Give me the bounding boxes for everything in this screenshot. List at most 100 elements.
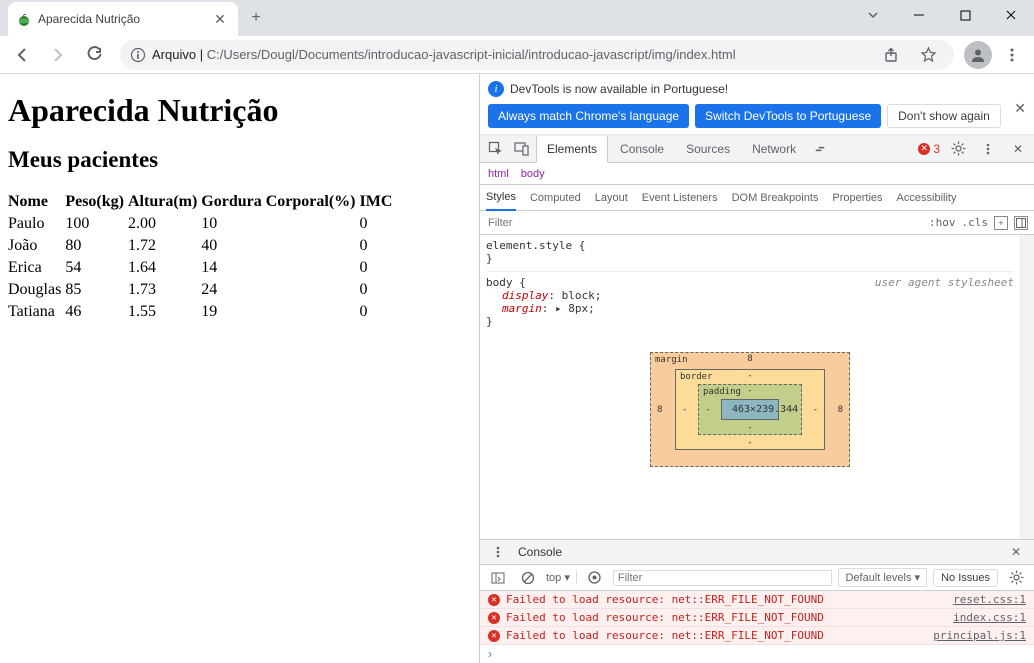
nav-forward-button[interactable]	[42, 39, 74, 71]
console-levels-select[interactable]: Default levels ▾	[838, 568, 927, 587]
devtools-menu-icon[interactable]	[976, 137, 1000, 161]
cell-nome: Tatiana	[8, 301, 65, 323]
cell-imc: 0	[360, 213, 397, 235]
cell-imc: 0	[360, 279, 397, 301]
page-title: Aparecida Nutrição	[8, 92, 471, 129]
console-prompt[interactable]: ›	[480, 645, 1034, 663]
col-altura: Altura(m)	[128, 191, 201, 213]
tab-favicon	[16, 11, 32, 27]
subtab-computed[interactable]: Computed	[530, 192, 581, 204]
page-subtitle: Meus pacientes	[8, 147, 471, 173]
subtab-styles[interactable]: Styles	[486, 185, 516, 211]
error-source-link[interactable]: reset.css:1	[953, 593, 1026, 606]
window-maximize-button[interactable]	[942, 0, 988, 30]
styles-scrollbar[interactable]	[1020, 235, 1034, 539]
cls-toggle[interactable]: .cls	[962, 216, 989, 229]
error-count-badge[interactable]: ✕ 3	[918, 142, 940, 156]
banner-always-match-button[interactable]: Always match Chrome's language	[488, 104, 689, 128]
console-error-row[interactable]: ✕Failed to load resource: net::ERR_FILE_…	[480, 609, 1034, 627]
subtab-layout[interactable]: Layout	[595, 192, 628, 204]
styles-filter-bar: :hov .cls +	[480, 211, 1034, 235]
console-error-row[interactable]: ✕Failed to load resource: net::ERR_FILE_…	[480, 591, 1034, 609]
live-expression-icon[interactable]	[583, 566, 607, 590]
devtools-language-banner: i DevTools is now available in Portugues…	[480, 74, 1034, 135]
crumb-body[interactable]: body	[521, 168, 545, 180]
console-filter-input[interactable]	[613, 570, 833, 586]
clear-console-icon[interactable]	[516, 566, 540, 590]
styles-filter-input[interactable]	[486, 216, 923, 230]
devtools-settings-icon[interactable]	[946, 137, 970, 161]
subtab-props[interactable]: Properties	[832, 192, 882, 204]
banner-text: DevTools is now available in Portuguese!	[510, 82, 728, 96]
error-icon: ✕	[488, 594, 500, 606]
bookmark-icon[interactable]	[912, 39, 944, 71]
new-style-rule-icon[interactable]: +	[994, 216, 1008, 230]
more-tabs-icon[interactable]	[808, 137, 832, 161]
tab-title: Aparecida Nutrição	[38, 12, 206, 26]
box-model-diagram[interactable]: margin 8 8 8 border - - - - padding	[650, 352, 850, 467]
error-source-link[interactable]: index.css:1	[953, 611, 1026, 624]
elements-breadcrumbs: html body	[480, 163, 1034, 185]
patients-table: Nome Peso(kg) Altura(m) Gordura Corporal…	[8, 191, 396, 323]
console-error-row[interactable]: ✕Failed to load resource: net::ERR_FILE_…	[480, 627, 1034, 645]
console-drawer-close-icon[interactable]: ✕	[1004, 540, 1028, 564]
error-source-link[interactable]: principal.js:1	[933, 629, 1026, 642]
console-menu-icon[interactable]	[486, 540, 510, 564]
console-context-select[interactable]: top ▾	[546, 571, 577, 584]
subtab-dom[interactable]: DOM Breakpoints	[732, 192, 819, 204]
crumb-html[interactable]: html	[488, 168, 509, 180]
browser-tab[interactable]: Aparecida Nutrição ✕	[8, 2, 238, 36]
profile-avatar[interactable]	[964, 41, 992, 69]
cell-peso: 100	[65, 213, 128, 235]
subtab-a11y[interactable]: Accessibility	[897, 192, 957, 204]
subtab-listeners[interactable]: Event Listeners	[642, 192, 718, 204]
tab-network[interactable]: Network	[742, 135, 806, 162]
device-toolbar-icon[interactable]	[510, 137, 534, 161]
page-content: Aparecida Nutrição Meus pacientes Nome P…	[0, 74, 479, 663]
tab-elements[interactable]: Elements	[536, 136, 608, 163]
banner-close-icon[interactable]: ✕	[1014, 100, 1026, 117]
inspect-element-icon[interactable]	[484, 137, 508, 161]
table-row: João801.72400	[8, 235, 396, 257]
panel-toggle-icon[interactable]	[1014, 216, 1028, 230]
console-sidebar-icon[interactable]	[486, 566, 510, 590]
site-info-icon[interactable]	[130, 47, 146, 63]
tab-close-icon[interactable]: ✕	[212, 11, 228, 27]
cell-imc: 0	[360, 257, 397, 279]
new-tab-button[interactable]: +	[242, 4, 270, 32]
tab-sources[interactable]: Sources	[676, 135, 740, 162]
console-settings-icon[interactable]	[1004, 566, 1028, 590]
banner-dont-show-button[interactable]: Don't show again	[887, 104, 1001, 128]
cell-gordura: 14	[201, 257, 359, 279]
cell-altura: 1.73	[128, 279, 201, 301]
col-nome: Nome	[8, 191, 65, 213]
tab-console[interactable]: Console	[610, 135, 674, 162]
cell-altura: 1.72	[128, 235, 201, 257]
window-close-button[interactable]	[988, 0, 1034, 30]
hov-toggle[interactable]: :hov	[929, 216, 956, 229]
console-drawer-title[interactable]: Console	[518, 545, 562, 559]
chevron-down-icon[interactable]	[850, 0, 896, 30]
no-issues-button[interactable]: No Issues	[933, 569, 998, 587]
table-row: Paulo1002.00100	[8, 213, 396, 235]
window-minimize-button[interactable]	[896, 0, 942, 30]
cell-nome: Paulo	[8, 213, 65, 235]
col-imc: IMC	[360, 191, 397, 213]
address-bar[interactable]: Arquivo | C:/Users/Dougl/Documents/intro…	[120, 40, 954, 70]
cell-nome: João	[8, 235, 65, 257]
cell-nome: Erica	[8, 257, 65, 279]
console-toolbar: top ▾ Default levels ▾ No Issues	[480, 565, 1034, 591]
nav-reload-button[interactable]	[78, 39, 110, 71]
console-messages: ✕Failed to load resource: net::ERR_FILE_…	[480, 591, 1034, 645]
share-icon[interactable]	[876, 39, 908, 71]
nav-back-button[interactable]	[6, 39, 38, 71]
devtools-main-tabs: Elements Console Sources Network ✕ 3 ✕	[480, 135, 1034, 163]
cell-peso: 54	[65, 257, 128, 279]
browser-menu-button[interactable]	[996, 39, 1028, 71]
banner-switch-button[interactable]: Switch DevTools to Portuguese	[695, 104, 881, 128]
cell-nome: Douglas	[8, 279, 65, 301]
cell-altura: 2.00	[128, 213, 201, 235]
cell-altura: 1.55	[128, 301, 201, 323]
devtools-close-icon[interactable]: ✕	[1006, 137, 1030, 161]
cell-gordura: 10	[201, 213, 359, 235]
